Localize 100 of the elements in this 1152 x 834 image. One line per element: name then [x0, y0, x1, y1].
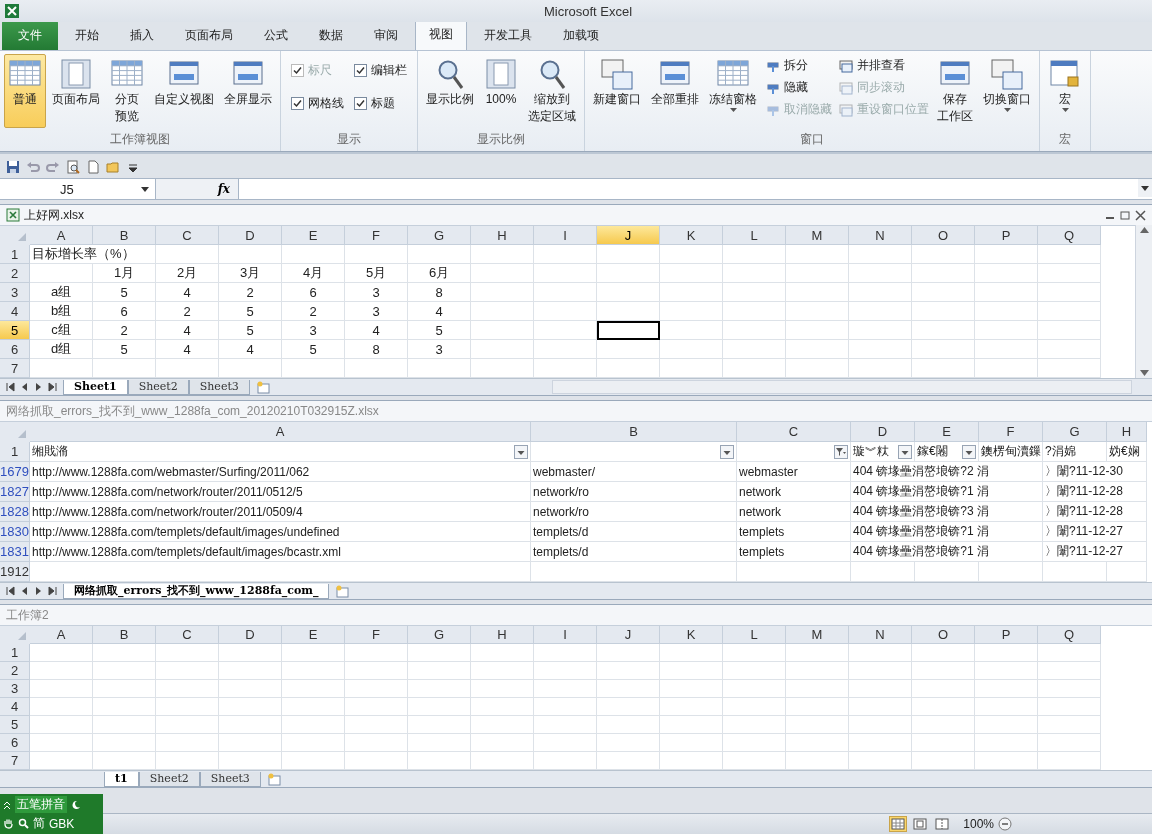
ribbon-button[interactable]: 新建窗口	[589, 54, 645, 111]
column-header[interactable]: B	[531, 422, 737, 442]
ribbon-tab[interactable]: 文件	[2, 20, 58, 50]
row-header[interactable]: 6	[0, 340, 30, 359]
ribbon-tab[interactable]: 插入	[116, 21, 168, 50]
filter-applied-button[interactable]	[834, 444, 848, 459]
row-header[interactable]: 1	[0, 245, 30, 264]
horizontal-scrollbar[interactable]	[551, 380, 1132, 394]
ribbon-button[interactable]: 宏	[1044, 54, 1086, 115]
first-sheet-icon[interactable]	[6, 382, 15, 392]
column-header[interactable]: K	[660, 226, 723, 245]
row-header[interactable]: 2	[0, 662, 30, 680]
column-header[interactable]: Q	[1038, 226, 1101, 245]
last-sheet-icon[interactable]	[48, 382, 57, 392]
column-header[interactable]: Q	[1038, 626, 1101, 644]
column-header[interactable]: C	[156, 226, 219, 245]
zoom-level[interactable]: 100%	[963, 817, 994, 831]
column-header[interactable]: M	[786, 226, 849, 245]
ribbon-tab[interactable]: 公式	[250, 21, 302, 50]
column-header[interactable]: M	[786, 626, 849, 644]
ribbon-button[interactable]: 并排查看	[836, 56, 931, 75]
column-header[interactable]: F	[345, 226, 408, 245]
row-header[interactable]: 7	[0, 752, 30, 770]
ribbon-button[interactable]: 自定义视图	[150, 54, 218, 111]
column-header[interactable]: E	[282, 626, 345, 644]
row-header[interactable]: 4	[0, 698, 30, 716]
ribbon-tab[interactable]: 开发工具	[470, 21, 546, 50]
next-sheet-icon[interactable]	[34, 586, 43, 596]
column-header[interactable]: L	[723, 626, 786, 644]
column-header[interactable]: H	[471, 226, 534, 245]
checkbox[interactable]	[354, 64, 367, 77]
ribbon-tab[interactable]: 加载项	[549, 21, 613, 50]
column-header[interactable]: J	[597, 626, 660, 644]
input-mode[interactable]: 简	[33, 815, 45, 832]
sheet-tab[interactable]: Sheet3	[188, 379, 250, 395]
row-header[interactable]: 1831	[0, 542, 30, 562]
row-header[interactable]: 5	[0, 321, 30, 340]
row-header[interactable]: 1	[0, 644, 30, 662]
save-icon[interactable]	[6, 160, 20, 174]
checkbox[interactable]	[291, 97, 304, 110]
column-header[interactable]: C	[156, 626, 219, 644]
sheet-tab[interactable]: t1	[104, 771, 139, 787]
next-sheet-icon[interactable]	[34, 382, 43, 392]
row-header[interactable]: 1	[0, 442, 30, 462]
ribbon-tab[interactable]: 视图	[415, 20, 467, 50]
ribbon-button[interactable]: 拆分	[763, 56, 834, 75]
row-header[interactable]: 6	[0, 734, 30, 752]
ribbon-button[interactable]: 全屏显示	[220, 54, 276, 111]
filter-dropdown-button[interactable]	[898, 444, 912, 459]
column-header[interactable]: N	[849, 226, 912, 245]
print-preview-icon[interactable]	[66, 160, 80, 174]
column-header[interactable]: D	[851, 422, 915, 442]
column-header[interactable]: G	[408, 226, 471, 245]
last-sheet-icon[interactable]	[48, 586, 57, 596]
ribbon-button[interactable]: 普通	[4, 54, 46, 128]
previous-sheet-icon[interactable]	[20, 382, 29, 392]
ribbon-button[interactable]: 显示比例	[422, 54, 478, 111]
ribbon-button[interactable]: 缩放到 选定区域	[524, 54, 580, 128]
column-header[interactable]: O	[912, 626, 975, 644]
moon-icon[interactable]	[71, 799, 81, 810]
filter-dropdown-button[interactable]	[962, 444, 976, 459]
ribbon-button[interactable]: 冻结窗格	[705, 54, 761, 115]
row-header[interactable]: 3	[0, 680, 30, 698]
column-header[interactable]: C	[737, 422, 851, 442]
ribbon-button[interactable]: 切换窗口	[979, 54, 1035, 115]
ribbon-tab[interactable]: 审阅	[360, 21, 412, 50]
first-sheet-icon[interactable]	[6, 586, 15, 596]
filter-dropdown-button[interactable]	[720, 444, 734, 459]
row-header[interactable]: 1912	[0, 562, 30, 582]
restore-icon[interactable]	[1120, 209, 1131, 221]
dropdown-arrow-icon[interactable]	[141, 186, 149, 192]
checkbox[interactable]	[354, 97, 367, 110]
ribbon-button[interactable]: 页面布局	[48, 54, 104, 111]
ribbon-button[interactable]: 分页 预览	[106, 54, 148, 128]
column-header[interactable]: E	[282, 226, 345, 245]
column-header[interactable]: P	[975, 626, 1038, 644]
ribbon-button[interactable]: 保存 工作区	[933, 54, 977, 128]
column-header[interactable]: J	[597, 226, 660, 245]
column-header[interactable]: A	[30, 422, 531, 442]
column-header[interactable]: B	[93, 626, 156, 644]
sheet-tab[interactable]: Sheet2	[138, 771, 200, 787]
sheet-tab[interactable]: Sheet2	[127, 379, 189, 395]
column-header[interactable]: F	[345, 626, 408, 644]
column-header[interactable]: F	[979, 422, 1043, 442]
collapse-icon[interactable]	[3, 799, 11, 810]
ribbon-button[interactable]: 全部重排	[647, 54, 703, 111]
input-method-name[interactable]: 五笔拼音	[15, 796, 67, 813]
ribbon-tab[interactable]: 数据	[305, 21, 357, 50]
column-header[interactable]: H	[1107, 422, 1147, 442]
vertical-scrollbar[interactable]	[1135, 225, 1152, 378]
ribbon-tab[interactable]: 页面布局	[171, 21, 247, 50]
selected-cell[interactable]	[597, 321, 660, 340]
column-header[interactable]: O	[912, 226, 975, 245]
row-header[interactable]: 1679	[0, 462, 30, 482]
previous-sheet-icon[interactable]	[20, 586, 29, 596]
column-header[interactable]: I	[534, 626, 597, 644]
sheet-tab[interactable]: 网络抓取_errors_找不到_www_1288fa_com_	[63, 583, 330, 599]
page-layout-view-icon[interactable]	[911, 816, 930, 832]
column-header[interactable]: D	[219, 226, 282, 245]
row-header[interactable]: 2	[0, 264, 30, 283]
